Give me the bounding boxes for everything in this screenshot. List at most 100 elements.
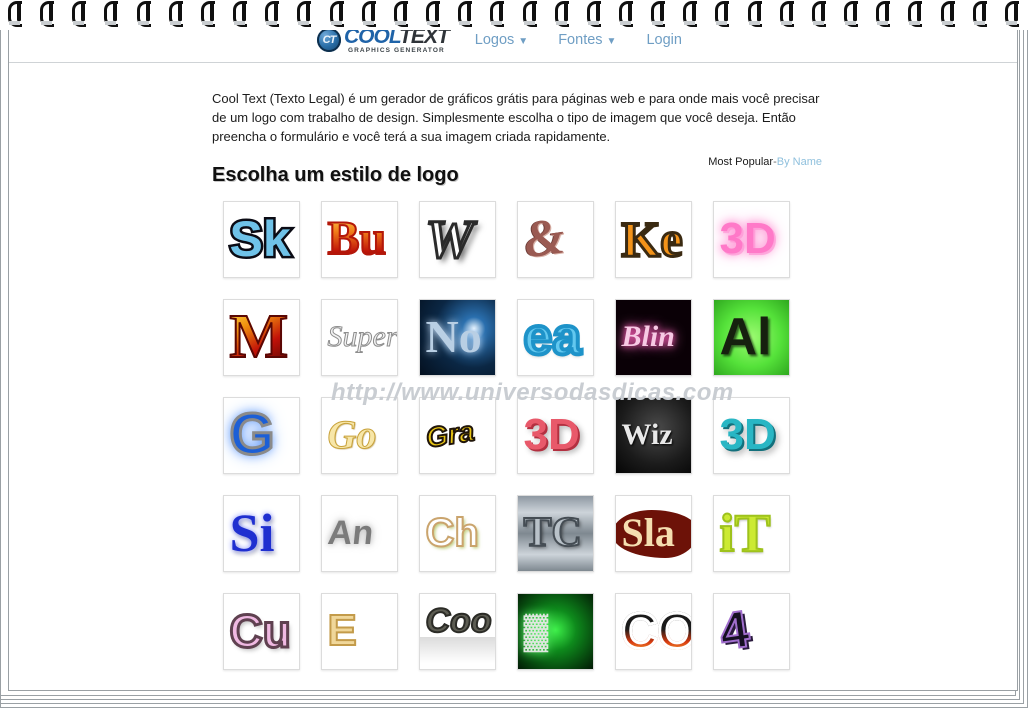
style-green-glow[interactable]: Al (712, 298, 790, 376)
spiral-ring-shadow (105, 21, 117, 25)
logo-style-sample-text: Si (229, 503, 275, 563)
style-graffiti-yellow[interactable]: Gra (418, 396, 496, 474)
sort-most-popular[interactable]: Most Popular (708, 156, 773, 168)
spiral-ring-icon (778, 0, 798, 27)
style-simple-blue[interactable]: Si (222, 494, 300, 572)
style-chrome-outline[interactable]: Ch (418, 494, 496, 572)
logo-style-preview: Go (321, 397, 397, 473)
nav-item-logos[interactable]: Logos ▼ (475, 32, 528, 48)
logo-style-cell: Ch (408, 484, 506, 582)
style-slab-maroon[interactable]: Sla (614, 494, 692, 572)
logo-style-preview: 3D (713, 201, 789, 277)
spiral-ring-bar (724, 1, 729, 21)
spiral-ring-bar (49, 1, 54, 21)
style-super-script[interactable]: Super (320, 298, 398, 376)
spiral-ring-shadow (652, 21, 664, 25)
style-blue-outline-glow[interactable]: G (222, 396, 300, 474)
style-tattoo-swirl[interactable]: & (516, 200, 594, 278)
style-white-script[interactable]: W (418, 200, 496, 278)
style-orange-cartoon[interactable]: Ke (614, 200, 692, 278)
spiral-ring-icon (713, 0, 733, 27)
notebook-page-root: CT COOLTEXT GRAPHICS GENERATOR Logos ▼ Fo… (0, 0, 1029, 710)
spiral-ring-bar (435, 1, 440, 21)
logo-style-preview: ▓ (517, 593, 593, 669)
cooltext-badge-initials: CT (322, 34, 337, 46)
style-blinkie-sparkle[interactable]: Blin (614, 298, 692, 376)
spiral-ring-bar (627, 1, 632, 21)
spiral-ring-bar (917, 1, 922, 21)
logo-style-preview: Ke (615, 201, 691, 277)
nav-item-login[interactable]: Login (646, 32, 681, 48)
style-reflection[interactable]: Coo (418, 592, 496, 670)
style-burning[interactable]: Bu (320, 200, 398, 278)
spiral-ring-shadow (780, 21, 792, 25)
logo-style-sample-text: No (425, 311, 482, 362)
logo-style-cell: Si (212, 484, 310, 582)
logo-style-cell: Al (702, 288, 800, 386)
logo-style-cell: iT (702, 484, 800, 582)
spiral-ring-icon (360, 0, 380, 27)
sort-by-name[interactable]: By Name (777, 156, 822, 168)
logo-style-sample-text: TC (522, 510, 582, 556)
spiral-ring-shadow (555, 21, 567, 25)
spiral-ring-shadow (41, 21, 53, 25)
style-metal-plate[interactable]: TC (516, 494, 594, 572)
spiral-ring-bar (595, 1, 600, 21)
logo-style-sample-text: Cu (228, 605, 292, 657)
spiral-ring-shadow (941, 21, 953, 25)
spiral-ring-bar (17, 1, 21, 21)
spiral-ring-icon (488, 0, 508, 27)
style-gold-bevel[interactable]: E (320, 592, 398, 670)
spiral-ring-shadow (427, 21, 439, 25)
spiral-ring-icon (1003, 0, 1023, 27)
spiral-ring-icon (328, 0, 348, 27)
style-lime-gel[interactable]: iT (712, 494, 790, 572)
spiral-ring-shadow (716, 21, 728, 25)
style-fire-sticker[interactable]: CO (614, 592, 692, 670)
logo-style-preview: Wiz (615, 397, 691, 473)
logo-style-cell: 3D (702, 386, 800, 484)
style-blue-bubble[interactable]: ea (516, 298, 594, 376)
style-3d-teal[interactable]: 3D (712, 396, 790, 474)
logo-style-sample-text: 3D (719, 214, 776, 263)
style-smoke[interactable]: An (320, 494, 398, 572)
spiral-ring-icon (231, 0, 251, 27)
logo-style-cell: Super (310, 288, 408, 386)
spiral-ring-bar (531, 1, 536, 21)
spiral-ring-bar (370, 1, 375, 21)
logo-style-sample-text: 4 (715, 599, 754, 662)
chevron-down-icon: ▼ (518, 36, 529, 47)
logo-style-cell: & (506, 190, 604, 288)
logo-style-cell: Gra (408, 386, 506, 484)
spiral-ring-icon (392, 0, 412, 27)
style-purple-outline-3d[interactable]: 4 (712, 592, 790, 670)
style-pink-glow[interactable]: 3D (712, 200, 790, 278)
spiral-ring-bar (209, 1, 214, 21)
spiral-ring-bar (242, 1, 247, 21)
style-3d-red[interactable]: 3D (516, 396, 594, 474)
logo-style-sample-text: Al (719, 308, 772, 366)
style-starburst-night[interactable]: No (418, 298, 496, 376)
logo-style-cell: 3D (702, 190, 800, 288)
spiral-ring-bar (563, 1, 568, 21)
logo-style-cell: W (408, 190, 506, 288)
spiral-ring-icon (810, 0, 830, 27)
spiral-ring-icon (456, 0, 476, 27)
logo-style-grid: Sk Bu W & Ke 3D M Super No ea Blin Al G Go Gra 3D Wiz 3D S… (212, 190, 812, 680)
spiral-ring-icon (906, 0, 926, 27)
spiral-ring-icon (842, 0, 862, 27)
logo-style-sample-text: ea (522, 308, 584, 366)
spiral-ring-bar (177, 1, 182, 21)
logo-style-sample-text: 3D (523, 410, 580, 459)
style-molten-lava[interactable]: M (222, 298, 300, 376)
style-wizard-chalk[interactable]: Wiz (614, 396, 692, 474)
spiral-ring-icon (295, 0, 315, 27)
style-sketch-blue[interactable]: Sk (222, 200, 300, 278)
style-gold-script[interactable]: Go (320, 396, 398, 474)
style-green-neon-box[interactable]: ▓ (516, 592, 594, 670)
nav-item-fontes[interactable]: Fontes ▼ (558, 32, 616, 48)
spiral-ring-icon (681, 0, 701, 27)
logo-style-preview: & (517, 201, 593, 277)
style-pink-tube[interactable]: Cu (222, 592, 300, 670)
spiral-ring-bar (660, 1, 665, 21)
